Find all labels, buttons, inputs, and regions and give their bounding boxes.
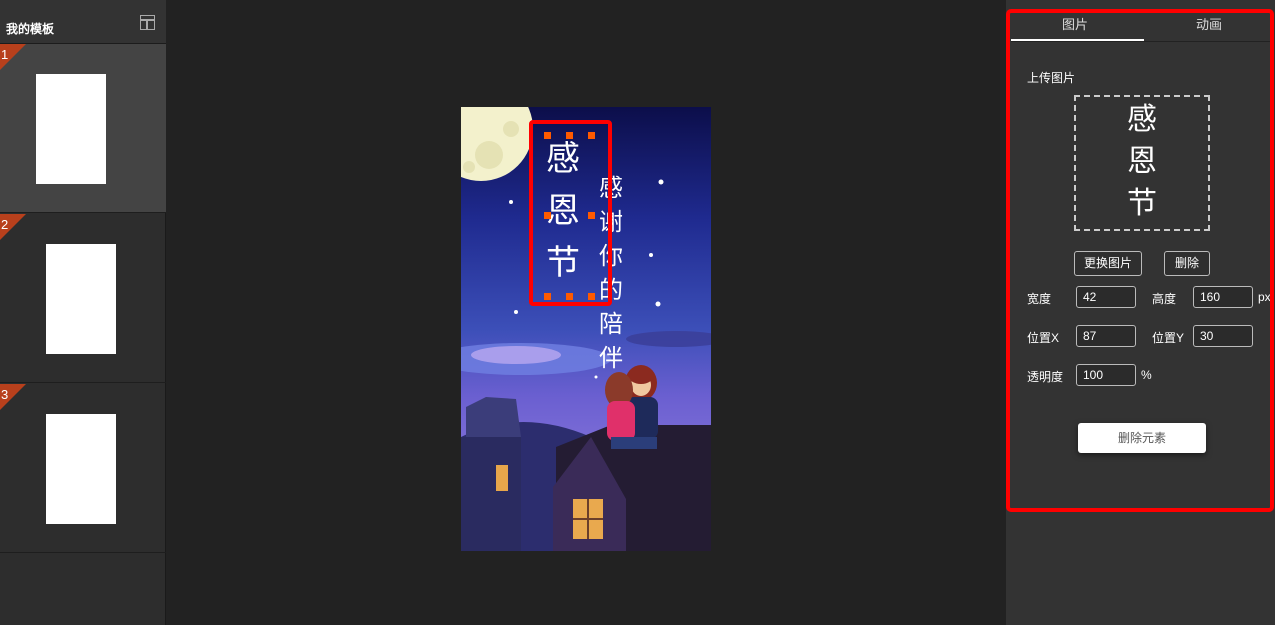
resize-handle[interactable] [588,212,595,219]
position-x-input[interactable]: 87 [1076,325,1136,347]
unit-px-label: px [1258,290,1271,304]
layout-icon[interactable] [140,15,155,30]
resize-handle[interactable] [588,293,595,300]
slide-number: 2 [1,217,9,232]
position-x-label: 位置X [1027,331,1060,345]
position-y-input[interactable]: 30 [1193,325,1253,347]
active-tab-indicator [1011,39,1144,41]
editor-app: 我的模板 1 2 3 感 恩 节 感 谢 你 的 陪 伴 图片 动画 上传图片 … [0,0,1275,625]
sidebar-header: 我的模板 [0,0,166,44]
tab-divider [1011,41,1273,42]
preview-char: 感 [1127,102,1157,137]
replace-image-button[interactable]: 更换图片 [1074,251,1142,276]
opacity-input[interactable]: 100 [1076,364,1136,386]
preview-char: 节 [1127,186,1157,221]
resize-handle[interactable] [588,132,595,139]
preview-char: 恩 [1127,144,1157,179]
image-upload-area[interactable]: 感 恩 节 [1074,95,1210,231]
poster-subtitle-char: 陪 [599,310,623,338]
couple-figure [605,365,658,449]
slide-number: 1 [1,47,9,62]
slide-thumbnail-2[interactable]: 2 [0,214,166,383]
tab-animation[interactable]: 动画 [1196,14,1222,33]
slide-page-preview [46,244,116,354]
sidebar-title: 我的模板 [6,22,55,36]
resize-handle[interactable] [544,132,551,139]
resize-handle[interactable] [566,293,573,300]
upload-label: 上传图片 [1027,71,1076,85]
template-sidebar: 我的模板 1 2 3 [0,0,166,625]
width-input[interactable]: 42 [1076,286,1136,308]
slide-page-preview [36,74,106,184]
slide-number: 3 [1,387,9,402]
opacity-label: 透明度 [1027,370,1064,384]
width-label: 宽度 [1027,292,1052,306]
unit-percent-label: % [1141,368,1152,382]
selection-highlight [529,120,612,306]
slide-thumbnail-1[interactable]: 1 [0,44,166,213]
slide-page-preview [46,414,116,524]
delete-element-button[interactable]: 删除元素 [1078,423,1206,453]
resize-handle[interactable] [566,132,573,139]
height-input[interactable]: 160 [1193,286,1253,308]
poster-subtitle-char: 伴 [599,344,623,372]
image-preview: 感 恩 节 [1120,99,1164,225]
slide-thumbnail-3[interactable]: 3 [0,384,166,553]
properties-panel [1006,0,1275,625]
resize-handle[interactable] [544,293,551,300]
delete-image-button[interactable]: 删除 [1164,251,1210,276]
resize-handle[interactable] [544,212,551,219]
height-label: 高度 [1152,292,1177,306]
tab-image[interactable]: 图片 [1062,14,1088,33]
position-y-label: 位置Y [1152,331,1185,345]
